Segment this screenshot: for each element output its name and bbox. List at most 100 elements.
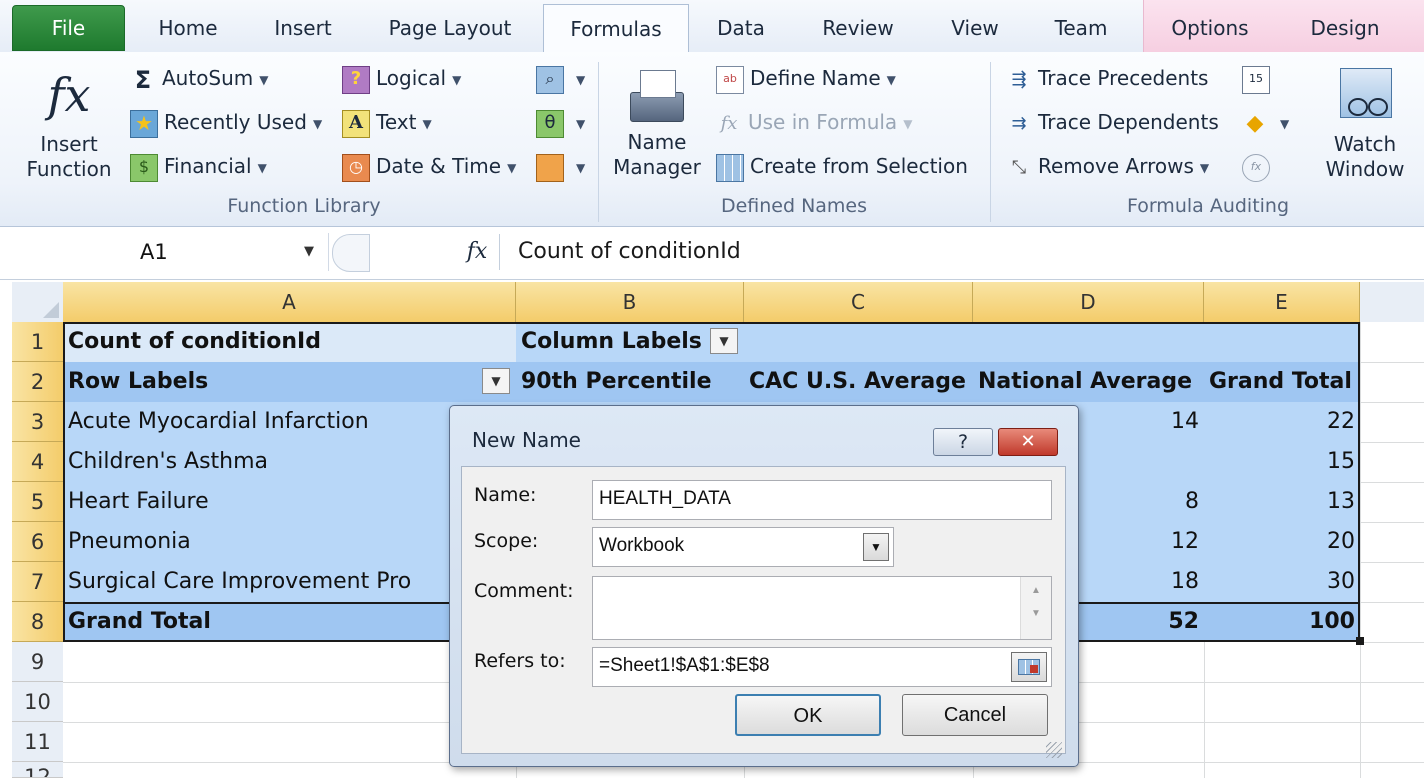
tab-team[interactable]: Team: [1046, 4, 1116, 51]
column-header-a[interactable]: A: [63, 282, 516, 322]
cell-e5[interactable]: 13: [1204, 482, 1360, 522]
cell-e7[interactable]: 30: [1204, 562, 1360, 602]
tab-design[interactable]: Design: [1300, 4, 1390, 51]
name-input[interactable]: HEALTH_DATA: [592, 480, 1052, 520]
tab-page-layout[interactable]: Page Layout: [378, 4, 522, 51]
chevron-down-icon: ▼: [576, 160, 586, 175]
chevron-down-icon[interactable]: ▼: [304, 233, 314, 271]
cell-c2[interactable]: CAC U.S. Average: [744, 362, 973, 402]
clock-book-icon: ◷: [342, 153, 370, 182]
logical-button[interactable]: ? Logical ▼: [342, 58, 461, 98]
math-trig-button[interactable]: θ ▼: [536, 102, 585, 142]
tab-options[interactable]: Options: [1160, 4, 1260, 51]
column-header-d[interactable]: D: [973, 282, 1204, 322]
cancel-button[interactable]: Cancel: [902, 694, 1048, 736]
chevron-down-icon: ▼: [576, 72, 586, 87]
tab-review[interactable]: Review: [812, 4, 904, 51]
autosum-button[interactable]: Σ AutoSum ▼: [130, 58, 269, 98]
financial-button[interactable]: $ Financial ▼: [130, 146, 267, 186]
tab-view[interactable]: View: [940, 4, 1010, 51]
group-label-function-library: Function Library: [227, 195, 381, 217]
text-button[interactable]: A Text ▼: [342, 102, 432, 142]
row-header-5[interactable]: 5: [12, 482, 63, 522]
tab-data[interactable]: Data: [706, 4, 776, 51]
insert-function-icon[interactable]: fx: [460, 234, 494, 270]
eraser-arrows-icon: ⤡: [1011, 156, 1027, 178]
cell-a1[interactable]: Count of conditionId: [63, 322, 516, 362]
insert-function-button[interactable]: fx Insert Function: [20, 60, 118, 182]
column-header-b[interactable]: B: [516, 282, 744, 322]
column-header-c[interactable]: C: [744, 282, 973, 322]
tab-insert[interactable]: Insert: [260, 4, 346, 51]
row-header-11[interactable]: 11: [12, 722, 63, 762]
chevron-down-icon: ▼: [903, 116, 913, 131]
trace-precedents-label: Trace Precedents: [1038, 66, 1209, 90]
row-header-7[interactable]: 7: [12, 562, 63, 602]
lookup-reference-button[interactable]: ⌕ ▼: [536, 58, 585, 98]
row-header-10[interactable]: 10: [12, 682, 63, 722]
more-functions-button[interactable]: ▼: [536, 146, 585, 186]
collapse-dialog-icon[interactable]: [1011, 652, 1047, 682]
gridline: [1204, 642, 1205, 778]
comment-textarea[interactable]: ▲ ▼: [592, 576, 1052, 640]
column-header-f[interactable]: [1360, 282, 1424, 322]
recently-used-button[interactable]: ★ Recently Used ▼: [130, 102, 322, 142]
name-manager-button[interactable]: Name Manager: [606, 62, 708, 180]
comment-scrollbar[interactable]: ▲ ▼: [1020, 577, 1051, 639]
comment-label: Comment:: [474, 580, 574, 602]
show-formulas-button[interactable]: 15: [1242, 58, 1276, 98]
chevron-down-icon[interactable]: ▼: [863, 533, 889, 561]
create-from-selection-button[interactable]: Create from Selection: [716, 146, 968, 186]
date-time-button[interactable]: ◷ Date & Time ▼: [342, 146, 516, 186]
define-name-button[interactable]: ab Define Name ▼: [716, 58, 896, 98]
help-button[interactable]: ?: [933, 428, 993, 456]
row-header-2[interactable]: 2: [12, 362, 63, 402]
ok-button[interactable]: OK: [735, 694, 881, 736]
formula-bar-resize-handle[interactable]: [332, 234, 370, 272]
cell-d2[interactable]: National Average: [973, 362, 1204, 402]
resize-grip-icon[interactable]: [1046, 742, 1062, 758]
cell-e2[interactable]: Grand Total: [1204, 362, 1360, 402]
row-header-12[interactable]: 12: [12, 762, 63, 778]
magnifier-book-icon: ⌕: [536, 65, 564, 94]
tab-file[interactable]: File: [12, 5, 125, 51]
scroll-up-icon[interactable]: ▲: [1021, 577, 1051, 605]
watch-window-label-1: Watch: [1333, 132, 1397, 156]
row-header-4[interactable]: 4: [12, 442, 63, 482]
tab-formulas[interactable]: Formulas: [543, 4, 689, 53]
group-label-formula-auditing: Formula Auditing: [1126, 195, 1290, 217]
watch-window-button[interactable]: Watch Window: [1312, 62, 1418, 182]
cell-e3[interactable]: 22: [1204, 402, 1360, 442]
text-book-icon: A: [342, 109, 370, 138]
cell-e6[interactable]: 20: [1204, 522, 1360, 562]
trace-precedents-button[interactable]: ⇶ Trace Precedents: [1006, 58, 1208, 98]
row-header-8[interactable]: 8: [12, 602, 63, 642]
row-header-6[interactable]: 6: [12, 522, 63, 562]
row-labels-filter-button[interactable]: ▼: [482, 368, 510, 394]
cell-b2[interactable]: 90th Percentile: [516, 362, 744, 402]
row-header-1[interactable]: 1: [12, 322, 63, 362]
refers-to-input[interactable]: =Sheet1!$A$1:$E$8: [592, 647, 1052, 687]
use-in-formula-button[interactable]: fx Use in Formula ▼: [716, 102, 913, 142]
tab-home[interactable]: Home: [145, 4, 231, 51]
trace-dependents-button[interactable]: ⇉ Trace Dependents: [1006, 102, 1218, 142]
select-all-corner[interactable]: [12, 282, 64, 322]
column-labels-filter-button[interactable]: ▼: [710, 328, 738, 354]
row-header-9[interactable]: 9: [12, 642, 63, 682]
cell-e4[interactable]: 15: [1204, 442, 1360, 482]
scope-select[interactable]: Workbook ▼: [592, 527, 894, 567]
column-header-e[interactable]: E: [1204, 282, 1360, 322]
cell-a2[interactable]: Row Labels: [63, 362, 483, 402]
error-checking-button[interactable]: ◆ ▼: [1242, 102, 1290, 142]
formula-input[interactable]: Count of conditionId: [500, 233, 1424, 271]
chevron-down-icon: ▼: [259, 72, 269, 87]
evaluate-formula-button[interactable]: fx: [1242, 146, 1276, 186]
row-header-3[interactable]: 3: [12, 402, 63, 442]
scroll-down-icon[interactable]: ▼: [1021, 605, 1051, 623]
name-box[interactable]: A1 ▼: [12, 233, 329, 271]
cell-e8[interactable]: 100: [1204, 602, 1360, 642]
cell-b1[interactable]: Column Labels: [516, 322, 716, 362]
gridline: [1360, 642, 1424, 643]
remove-arrows-button[interactable]: ⤡ Remove Arrows ▼: [1006, 146, 1209, 186]
close-icon[interactable]: ✕: [998, 428, 1058, 456]
